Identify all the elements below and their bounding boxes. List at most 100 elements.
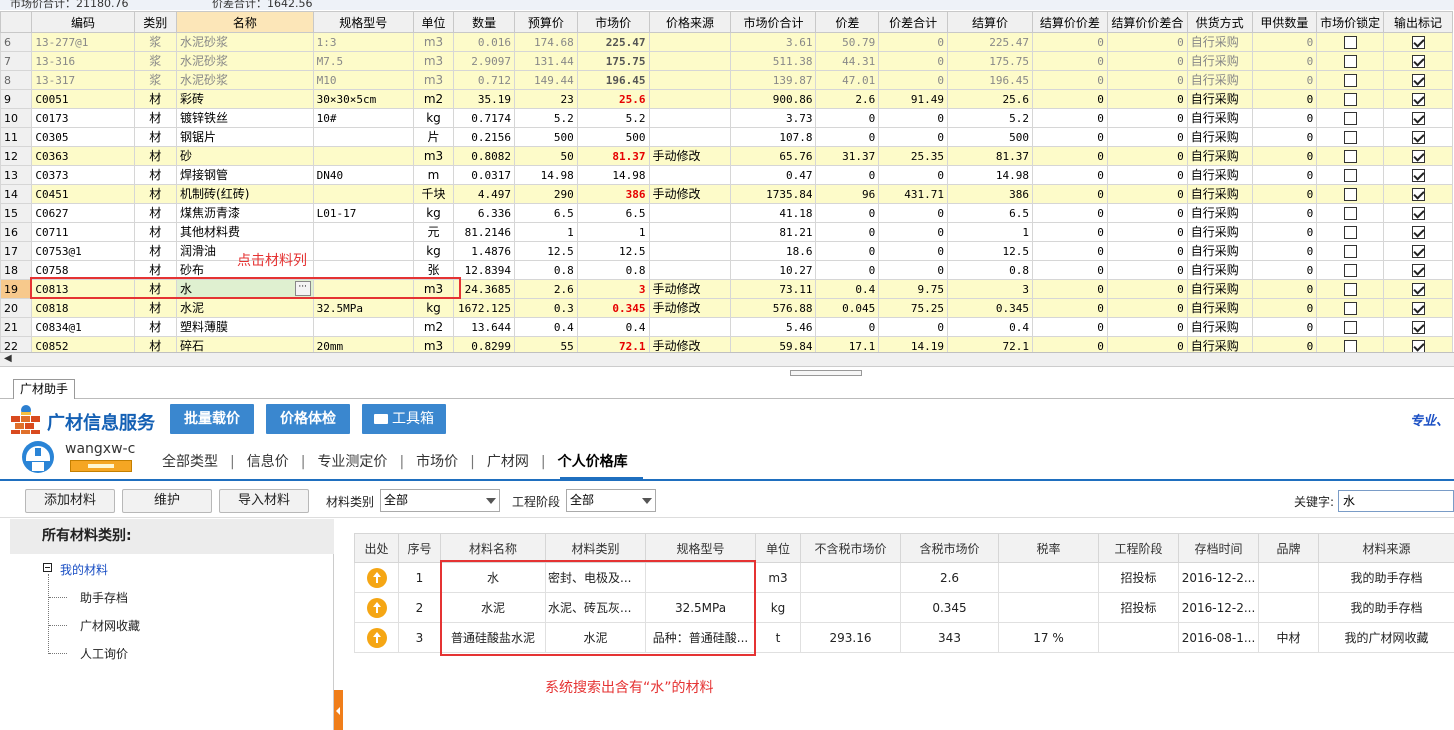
cell-spec[interactable]: M10 (312, 70, 414, 90)
cell-sdtotal[interactable]: 0 (1106, 279, 1188, 299)
cell-dtotal[interactable]: 75.25 (878, 298, 948, 318)
cell-supply[interactable]: 自行采购 (1186, 51, 1253, 71)
cell-output[interactable] (1383, 317, 1453, 337)
result-cell-stage[interactable] (1098, 622, 1179, 653)
cell-lock[interactable] (1316, 89, 1385, 109)
cell-market[interactable]: 225.47 (576, 32, 650, 52)
cell-qty[interactable]: 0.0317 (453, 165, 515, 185)
add-material-button[interactable]: 添加材料 (25, 489, 115, 513)
cell-settle[interactable]: 0.8 (947, 260, 1033, 280)
results-header-cell[interactable]: 存档时间 (1178, 533, 1259, 563)
nav-tab-0[interactable]: 全部类型 (162, 454, 218, 470)
cell-diff[interactable]: 31.37 (815, 146, 880, 166)
results-header-cell[interactable]: 出处 (354, 533, 399, 563)
cell-spec[interactable]: 20mm (312, 336, 414, 352)
cell-mtotal[interactable]: 139.87 (730, 70, 817, 90)
row-number[interactable]: 22 (0, 336, 33, 352)
cell-budget[interactable]: 12.5 (513, 241, 578, 261)
results-header-cell[interactable]: 税率 (998, 533, 1099, 563)
grid-header-cell[interactable]: 规格型号 (312, 11, 414, 33)
grid-header-cell[interactable]: 供货方式 (1186, 11, 1253, 33)
row-number[interactable]: 21 (0, 317, 33, 337)
cell-mtotal[interactable]: 81.21 (730, 222, 817, 242)
cell-settle[interactable]: 225.47 (947, 32, 1033, 52)
cell-output[interactable] (1383, 336, 1453, 352)
row-number[interactable]: 7 (0, 51, 33, 71)
row-number[interactable]: 16 (0, 222, 33, 242)
cell-settle[interactable]: 14.98 (947, 165, 1033, 185)
cell-settle[interactable]: 1 (947, 222, 1033, 242)
lock-checkbox[interactable] (1343, 168, 1357, 182)
cell-code[interactable]: 13-317 (31, 70, 135, 90)
cell-unit[interactable]: m2 (412, 317, 455, 337)
cell-mtotal[interactable]: 900.86 (730, 89, 817, 109)
tree-item-assistant-archive[interactable]: 助手存档 (80, 589, 128, 606)
results-header-cell[interactable]: 工程阶段 (1098, 533, 1179, 563)
output-checkbox[interactable] (1411, 320, 1425, 334)
cell-diff[interactable]: 0.045 (815, 298, 880, 318)
cell-sdiff[interactable]: 0 (1031, 241, 1108, 261)
result-cell-seq[interactable]: 3 (398, 622, 441, 653)
lock-checkbox[interactable] (1343, 92, 1357, 106)
cell-dtotal[interactable]: 14.19 (878, 336, 948, 352)
cell-lock[interactable] (1316, 279, 1385, 299)
results-header-cell[interactable]: 材料名称 (440, 533, 546, 563)
cell-jqty[interactable]: 0 (1251, 184, 1318, 204)
grid-header-cell[interactable]: 市场价 (576, 11, 650, 33)
toolbox-button[interactable]: 工具箱 (362, 404, 446, 434)
cell-budget[interactable]: 6.5 (513, 203, 578, 223)
cell-diff[interactable]: 0.4 (815, 279, 880, 299)
cell-lock[interactable] (1316, 203, 1385, 223)
collapse-panel-handle[interactable] (334, 690, 343, 730)
grid-row[interactable]: 8 13-317 浆水泥砂浆 M10 m3 0.712 149.44 196.45 139.87… (0, 70, 1453, 90)
panel-splitter[interactable] (0, 367, 1454, 377)
cell-lock[interactable] (1316, 165, 1385, 185)
row-number[interactable]: 15 (0, 203, 33, 223)
cell-budget[interactable]: 500 (513, 127, 578, 147)
cell-dtotal[interactable]: 0 (878, 32, 948, 52)
cell-name[interactable]: 水泥砂浆 (176, 70, 314, 90)
cell-sdiff[interactable]: 0 (1031, 203, 1108, 223)
grid-header-cell[interactable]: 市场价锁定 (1316, 11, 1385, 33)
cell-market[interactable]: 72.1 (576, 336, 650, 352)
cell-mtotal[interactable]: 576.88 (730, 298, 817, 318)
cell-sdiff[interactable]: 0 (1031, 32, 1108, 52)
cell-sdtotal[interactable]: 0 (1106, 32, 1188, 52)
result-cell-stage[interactable]: 招投标 (1098, 562, 1179, 593)
grid-header-cell[interactable]: 名称 (176, 11, 314, 33)
cell-spec[interactable]: 10# (312, 108, 414, 128)
price-check-button[interactable]: 价格体检 (266, 404, 350, 434)
cell-settle[interactable]: 175.75 (947, 51, 1033, 71)
cell-spec[interactable]: L01-17 (312, 203, 414, 223)
output-checkbox[interactable] (1411, 263, 1425, 277)
output-checkbox[interactable] (1411, 206, 1425, 220)
tree-item-web-favorites[interactable]: 广材网收藏 (80, 617, 140, 634)
cell-sdiff[interactable]: 0 (1031, 51, 1108, 71)
cell-cat[interactable]: 材 (133, 222, 178, 242)
cell-qty[interactable]: 1672.125 (453, 298, 515, 318)
cell-lock[interactable] (1316, 127, 1385, 147)
cell-settle[interactable]: 12.5 (947, 241, 1033, 261)
keyword-input[interactable]: 水 (1338, 490, 1454, 512)
cell-lock[interactable] (1316, 317, 1385, 337)
cell-diff[interactable]: 0 (815, 203, 880, 223)
cell-code[interactable]: C0451 (31, 184, 135, 204)
cell-market[interactable]: 175.75 (576, 51, 650, 71)
grid-row[interactable]: 20 C0818 材水泥 32.5MPa kg 1672.125 0.3 0.345 手动修改 5… (0, 298, 1453, 318)
import-material-button[interactable]: 导入材料 (219, 489, 309, 513)
cell-jqty[interactable]: 0 (1251, 165, 1318, 185)
cell-supply[interactable]: 自行采购 (1186, 32, 1253, 52)
scroll-left-icon[interactable]: ◀ (4, 353, 12, 364)
cell-source-icon[interactable] (354, 592, 399, 623)
grid-header-cell[interactable]: 输出标记 (1383, 11, 1453, 33)
cell-sdtotal[interactable]: 0 (1106, 222, 1188, 242)
grid-header-cell[interactable]: 类别 (133, 11, 178, 33)
grid-header-cell[interactable]: 预算价 (513, 11, 578, 33)
row-number[interactable]: 11 (0, 127, 33, 147)
cell-sdiff[interactable]: 0 (1031, 298, 1108, 318)
grid-row[interactable]: 21 C0834@1 材塑料薄膜 m2 13.644 0.4 0.4 5.46 0 0 0.4 0 0 自… (0, 317, 1453, 337)
lock-checkbox[interactable] (1343, 244, 1357, 258)
cell-unit[interactable]: m3 (412, 336, 455, 352)
cell-src[interactable]: 手动修改 (648, 279, 732, 299)
cell-sdiff[interactable]: 0 (1031, 260, 1108, 280)
